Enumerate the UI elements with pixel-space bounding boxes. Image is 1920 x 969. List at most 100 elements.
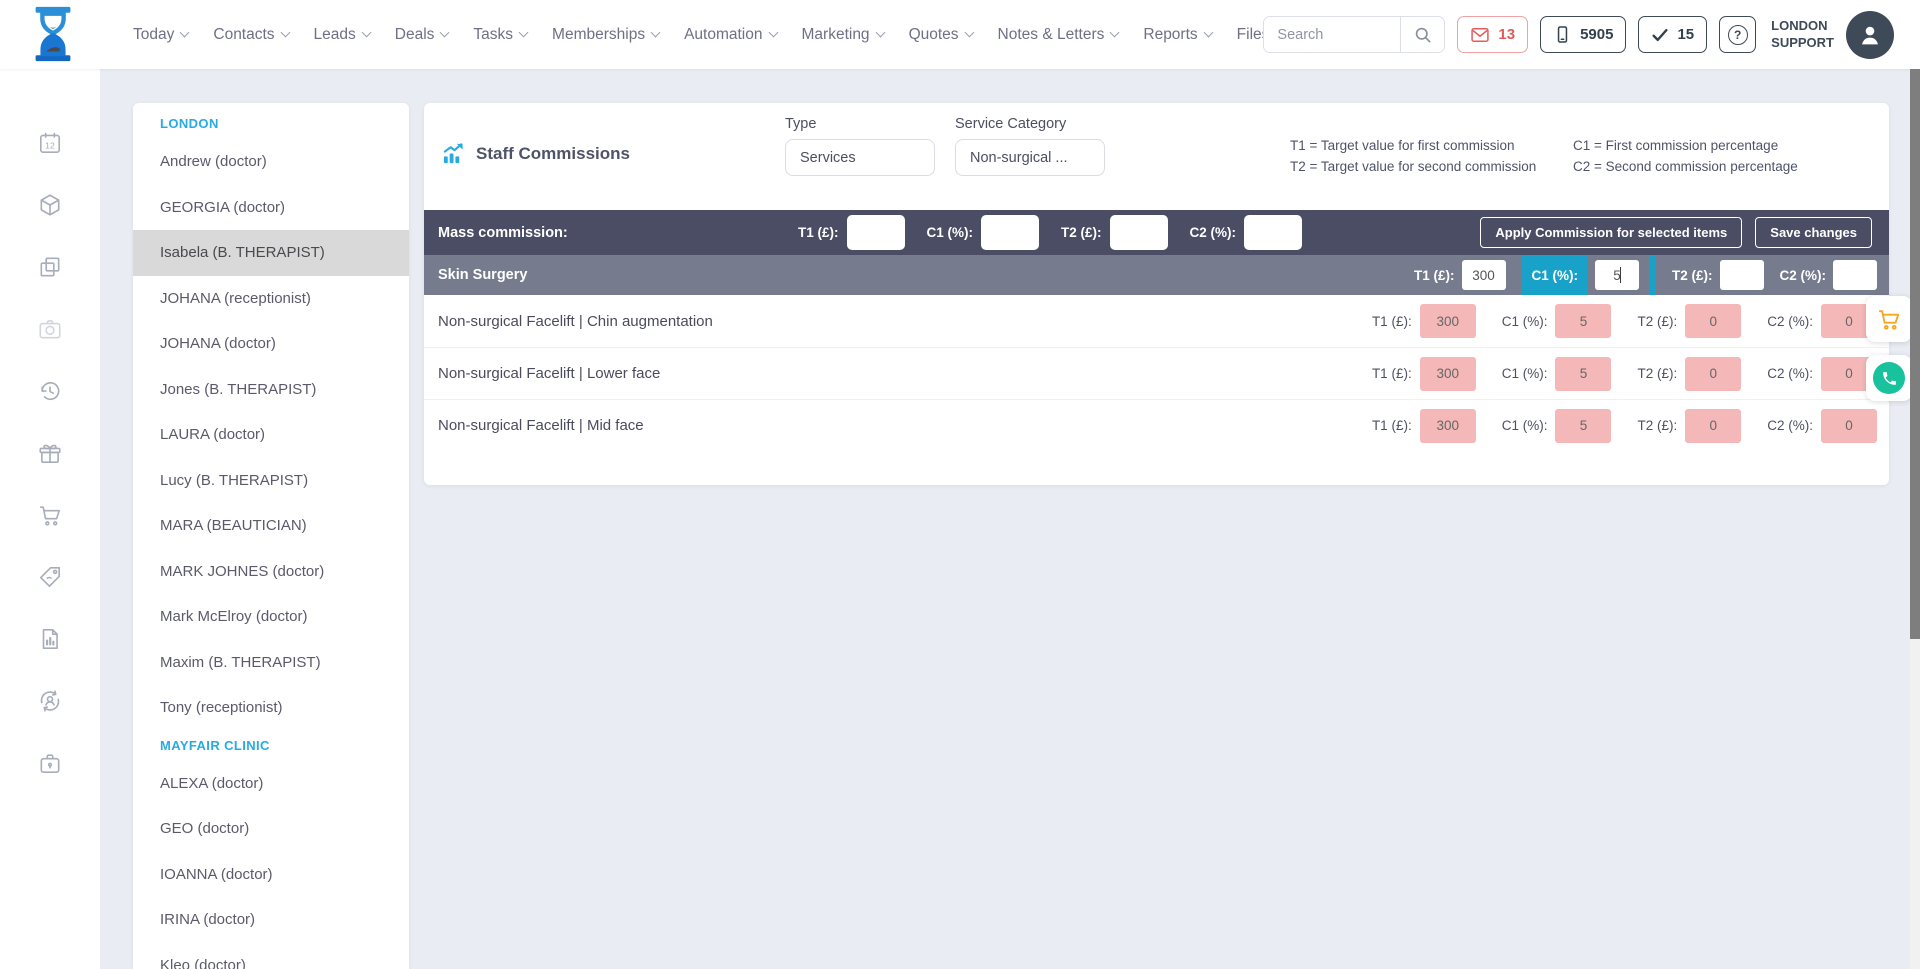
service-field-input[interactable] bbox=[1685, 357, 1741, 391]
service-field-input[interactable] bbox=[1685, 304, 1741, 338]
staff-list-item[interactable]: IOANNA (doctor) bbox=[133, 852, 409, 898]
service-field-input[interactable] bbox=[1821, 409, 1877, 443]
mass-field-input[interactable] bbox=[1110, 215, 1168, 250]
sidebar-item-history[interactable] bbox=[37, 378, 63, 404]
service-row: Non-surgical Facelift | Mid face T1 (£):… bbox=[424, 399, 1889, 451]
nav-item[interactable]: Leads bbox=[314, 26, 370, 44]
staff-list-item[interactable]: JOHANA (doctor) bbox=[133, 321, 409, 367]
history-icon bbox=[37, 378, 63, 404]
staff-list-item[interactable]: Isabela (B. THERAPIST) bbox=[133, 230, 409, 276]
page-scrollbar bbox=[1910, 69, 1920, 969]
service-field-input[interactable] bbox=[1420, 357, 1476, 391]
avatar[interactable] bbox=[1846, 11, 1894, 59]
staff-list-item[interactable]: Jones (B. THERAPIST) bbox=[133, 367, 409, 413]
staff-list-item[interactable]: GEORGIA (doctor) bbox=[133, 185, 409, 231]
mass-field-input[interactable] bbox=[981, 215, 1039, 250]
service-row: Non-surgical Facelift | Lower face T1 (£… bbox=[424, 347, 1889, 399]
sidebar-item-case[interactable] bbox=[37, 750, 63, 776]
staff-list-item[interactable]: Mark McElroy (doctor) bbox=[133, 594, 409, 640]
sidebar-item-reports[interactable] bbox=[37, 626, 63, 652]
staff-list-item[interactable]: Kleo (doctor) bbox=[133, 943, 409, 969]
sidebar-item-gifts[interactable] bbox=[37, 440, 63, 466]
duplicate-icon bbox=[37, 254, 63, 280]
envelope-icon bbox=[1470, 25, 1490, 45]
staff-list-item[interactable]: Tony (receptionist) bbox=[133, 685, 409, 731]
service-field-input[interactable] bbox=[1685, 409, 1741, 443]
service-field-input[interactable] bbox=[1555, 409, 1611, 443]
sidebar-item-account-sync[interactable] bbox=[37, 688, 63, 714]
user-name[interactable]: LONDON SUPPORT bbox=[1771, 18, 1834, 52]
cart-icon bbox=[37, 502, 63, 528]
briefcase-icon bbox=[37, 750, 63, 776]
service-field: T1 (£): bbox=[1372, 357, 1476, 391]
service-field-input[interactable] bbox=[1420, 304, 1476, 338]
header-actions: 13 5905 15 ? LONDON SUPPORT bbox=[1263, 11, 1894, 59]
staff-list-item[interactable]: MARA (BEAUTICIAN) bbox=[133, 503, 409, 549]
nav-item[interactable]: Reports bbox=[1143, 26, 1211, 44]
service-field: T1 (£): bbox=[1372, 409, 1476, 443]
phone-badge[interactable]: 5905 bbox=[1540, 16, 1626, 53]
nav-item[interactable]: Marketing bbox=[802, 26, 884, 44]
nav-item[interactable]: Today bbox=[133, 26, 188, 44]
staff-list-item[interactable]: LAURA (doctor) bbox=[133, 412, 409, 458]
service-category-select[interactable]: Non-surgical ... bbox=[955, 139, 1105, 176]
apply-commission-button[interactable]: Apply Commission for selected items bbox=[1480, 217, 1742, 248]
help-button[interactable]: ? bbox=[1719, 16, 1756, 53]
staff-list-item[interactable]: Maxim (B. THERAPIST) bbox=[133, 640, 409, 686]
mass-field-input[interactable] bbox=[847, 215, 905, 250]
service-field: C2 (%): bbox=[1767, 357, 1877, 391]
phone-fab-button[interactable] bbox=[1866, 355, 1912, 401]
service-field-input[interactable] bbox=[1555, 304, 1611, 338]
type-select[interactable]: Services bbox=[785, 139, 935, 176]
staff-list-item[interactable]: Lucy (B. THERAPIST) bbox=[133, 458, 409, 504]
sidebar-item-duplicate[interactable] bbox=[37, 254, 63, 280]
cart-fab-button[interactable] bbox=[1866, 296, 1912, 342]
category-c1-input[interactable] bbox=[1595, 260, 1639, 290]
app-logo[interactable] bbox=[24, 5, 82, 64]
nav-item[interactable]: Deals bbox=[395, 26, 449, 44]
icon-sidebar: 12 bbox=[0, 69, 100, 969]
mail-badge[interactable]: 13 bbox=[1457, 16, 1528, 53]
search-input[interactable] bbox=[1264, 17, 1400, 52]
nav-item[interactable]: Automation bbox=[684, 26, 776, 44]
legend-targets: T1 = Target value for first commission T… bbox=[1290, 135, 1536, 177]
sidebar-item-calendar[interactable]: 12 bbox=[37, 130, 63, 156]
mass-field: T1 (£): bbox=[798, 215, 905, 250]
sidebar-item-cart[interactable] bbox=[37, 502, 63, 528]
service-name: Non-surgical Facelift | Chin augmentatio… bbox=[438, 313, 713, 330]
hourglass-logo-icon bbox=[24, 5, 82, 63]
staff-list-item[interactable]: IRINA (doctor) bbox=[133, 897, 409, 943]
mass-field-input[interactable] bbox=[1244, 215, 1302, 250]
nav-item[interactable]: Notes & Letters bbox=[998, 26, 1119, 44]
mail-count: 13 bbox=[1498, 26, 1515, 43]
task-count: 15 bbox=[1677, 26, 1694, 43]
category-t1-input[interactable] bbox=[1462, 260, 1506, 290]
nav-item[interactable]: Memberships bbox=[552, 26, 659, 44]
chevron-down-icon bbox=[280, 28, 290, 38]
nav-item[interactable]: Contacts bbox=[213, 26, 288, 44]
tasks-badge[interactable]: 15 bbox=[1638, 16, 1707, 53]
search-icon bbox=[1413, 25, 1433, 45]
service-field-input[interactable] bbox=[1555, 357, 1611, 391]
staff-list-item[interactable]: ALEXA (doctor) bbox=[133, 761, 409, 807]
staff-group-title: MAYFAIR CLINIC bbox=[133, 731, 409, 761]
sidebar-item-packages[interactable] bbox=[37, 192, 63, 218]
sidebar-item-camera[interactable] bbox=[37, 316, 63, 342]
staff-list-item[interactable]: MARK JOHNES (doctor) bbox=[133, 549, 409, 595]
staff-list-item[interactable]: JOHANA (receptionist) bbox=[133, 276, 409, 322]
card-header: Staff Commissions Type Services Service … bbox=[424, 103, 1889, 210]
service-field-input[interactable] bbox=[1420, 409, 1476, 443]
category-c2-input[interactable] bbox=[1833, 260, 1877, 290]
service-field: T2 (£): bbox=[1637, 304, 1741, 338]
category-t2-input[interactable] bbox=[1720, 260, 1764, 290]
search-button[interactable] bbox=[1400, 17, 1444, 52]
chevron-down-icon bbox=[180, 28, 190, 38]
staff-list-item[interactable]: GEO (doctor) bbox=[133, 806, 409, 852]
nav-item[interactable]: Quotes bbox=[909, 26, 973, 44]
save-changes-button[interactable]: Save changes bbox=[1755, 217, 1872, 248]
nav-item[interactable]: Tasks bbox=[473, 26, 527, 44]
sidebar-item-pricing[interactable] bbox=[37, 564, 63, 590]
t1-label: T1 (£): bbox=[1414, 268, 1455, 283]
scrollbar-thumb[interactable] bbox=[1910, 69, 1920, 639]
staff-list-item[interactable]: Andrew (doctor) bbox=[133, 139, 409, 185]
